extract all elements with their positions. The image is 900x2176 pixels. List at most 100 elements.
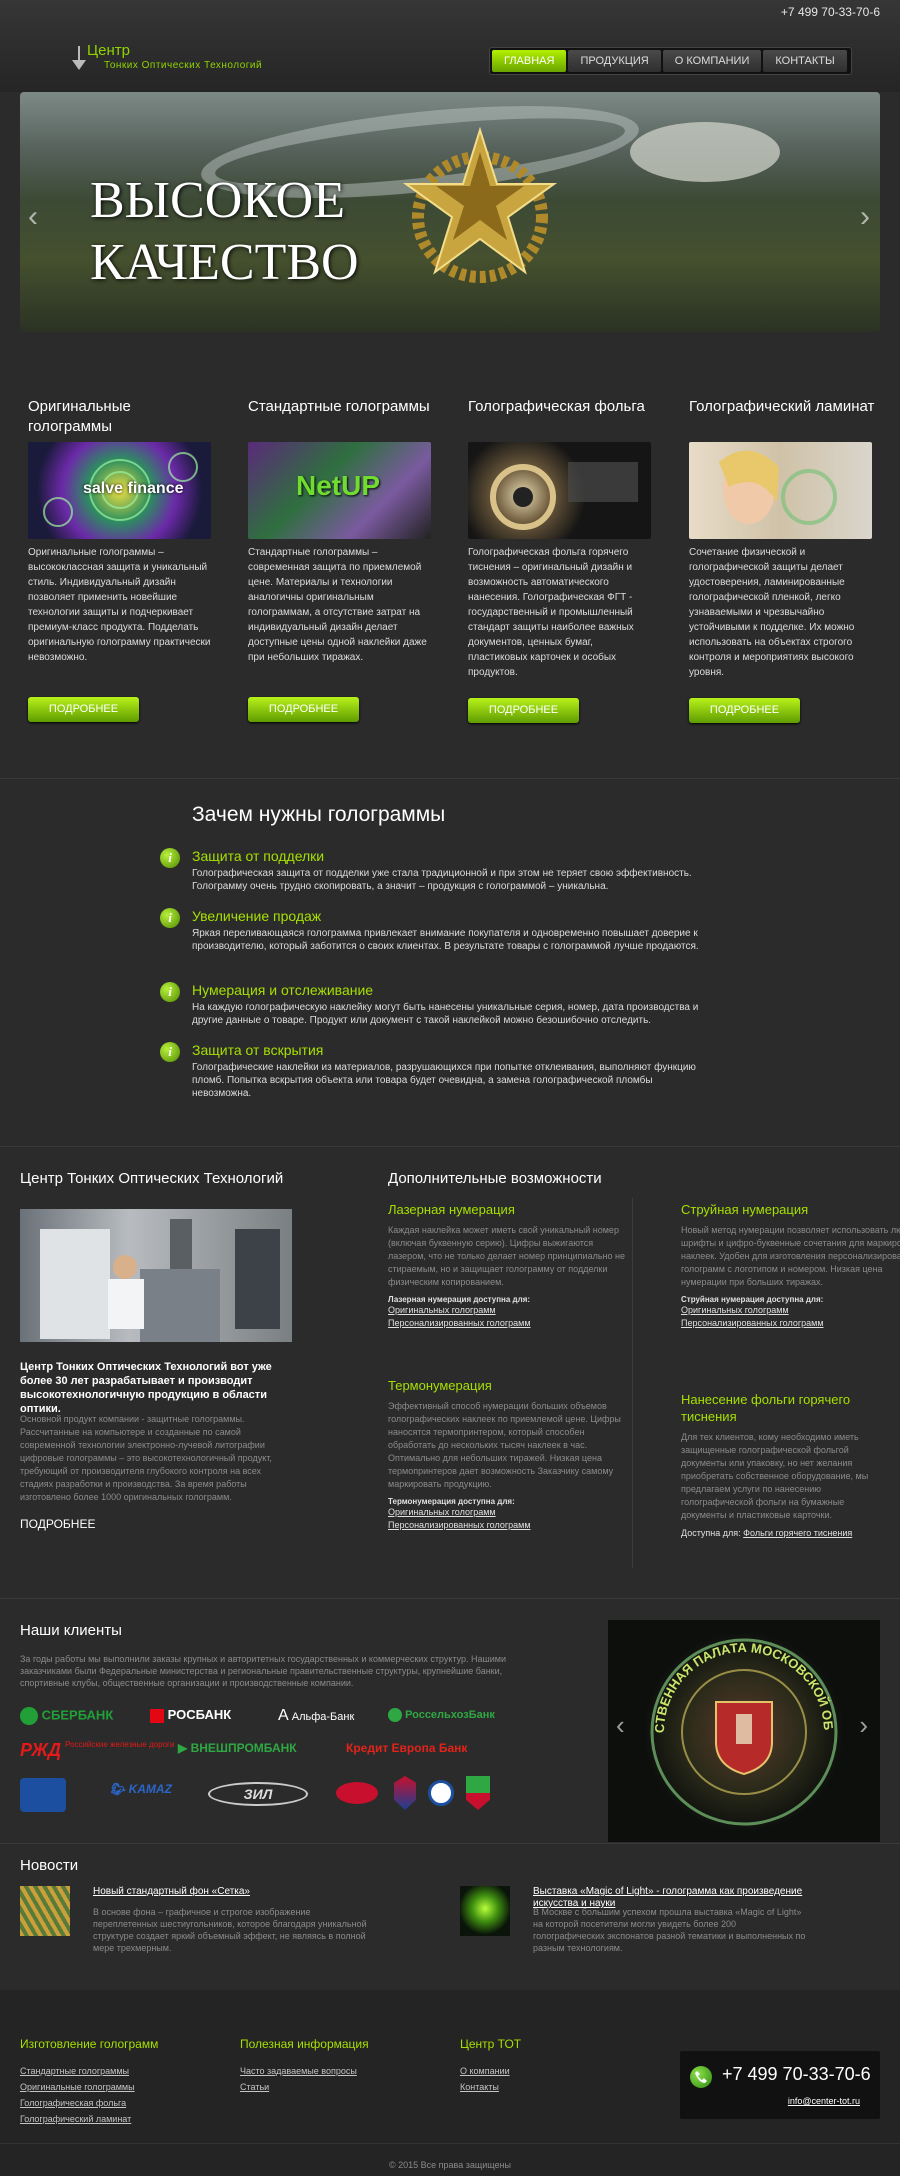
feature-link[interactable]: Персонализированных голограмм	[388, 1317, 633, 1330]
feature-link[interactable]: Персонализированных голограмм	[681, 1317, 900, 1330]
footer-link[interactable]: Часто задаваемые вопросы	[240, 2063, 369, 2079]
product-image[interactable]	[689, 442, 872, 539]
footer-link[interactable]: О компании	[460, 2063, 521, 2079]
hologram-prev-arrow-icon[interactable]: ‹	[616, 1710, 625, 1741]
client-logo-cska	[394, 1776, 416, 1810]
feature-link[interactable]: Оригинальных голограмм	[388, 1506, 633, 1519]
product-description: Оригинальные голограммы – высококлассная…	[28, 547, 211, 663]
feature-text: Новый метод нумерации позволяет использо…	[681, 1225, 900, 1287]
logo-title: Центр	[87, 42, 130, 59]
product-more-button[interactable]: ПОДРОБНЕЕ	[28, 697, 139, 722]
feature-laser: Лазерная нумерация Каждая наклейка может…	[388, 1201, 633, 1330]
why-title: Зачем нужны голограммы	[192, 803, 446, 826]
nav-item-home[interactable]: ГЛАВНАЯ	[492, 50, 567, 72]
feature-availability-row: Доступна для: Фольги горячего тиснения	[681, 1528, 881, 1538]
hologram-next-arrow-icon[interactable]: ›	[859, 1710, 868, 1741]
product-card-foil: Голографическая фольга Голографическая ф…	[468, 397, 658, 678]
news-text: В Москве с большим успехом прошла выстав…	[533, 1907, 806, 1953]
footer-link[interactable]: Голографическая фольга	[20, 2095, 158, 2111]
client-logo-lokomotiv	[466, 1776, 490, 1810]
feature-link[interactable]: Оригинальных голограмм	[388, 1304, 633, 1317]
feature-link[interactable]: Фольги горячего тиснения	[743, 1528, 852, 1538]
product-image[interactable]	[468, 442, 651, 539]
hero-next-arrow-icon[interactable]: ›	[860, 200, 870, 234]
feature-link[interactable]: Оригинальных голограмм	[681, 1304, 900, 1317]
vneshprom-logo-icon: ▶	[178, 1741, 188, 1755]
footer-email-link[interactable]: info@center-tot.ru	[788, 2096, 860, 2106]
feature-title: Термонумерация	[388, 1378, 492, 1393]
why-item-text: Голографические наклейки из материалов, …	[192, 1062, 696, 1099]
product-title[interactable]: Оригинальные голограммы	[28, 397, 218, 437]
about-lead: Центр Тонких Оптических Технологий вот у…	[20, 1361, 272, 1415]
hero-prev-arrow-icon[interactable]: ‹	[28, 200, 38, 234]
client-logo-kamaz: 🐎︎ KAMAZ	[110, 1782, 172, 1796]
product-more-button[interactable]: ПОДРОБНЕЕ	[468, 698, 579, 723]
main-nav: ГЛАВНАЯ ПРОДУКЦИЯ О КОМПАНИИ КОНТАКТЫ	[489, 47, 852, 75]
about-more-link[interactable]: ПОДРОБНЕЕ	[20, 1517, 95, 1531]
client-logo-rosbank: РОСБАНК	[150, 1707, 231, 1723]
hero-slider: ВЫСОКОЕ КАЧЕСТВО ‹ ›	[20, 92, 880, 332]
product-title[interactable]: Голографический ламинат	[689, 397, 879, 437]
site-logo[interactable]: Центр Тонких Оптических Технологий	[70, 42, 300, 76]
nav-item-products[interactable]: ПРОДУКЦИЯ	[568, 50, 661, 72]
rosbank-logo-icon	[150, 1708, 164, 1723]
footer-link[interactable]: Статьи	[240, 2079, 369, 2095]
feature-thermo: Термонумерация Эффективный способ нумера…	[388, 1377, 633, 1532]
client-logo-credit-europe: Кредит Европа Банк	[346, 1741, 467, 1755]
why-item-title: Увеличение продаж	[192, 908, 322, 924]
client-logo-text: РОСБАНК	[167, 1707, 232, 1722]
product-image[interactable]: salve finance	[28, 442, 211, 539]
header-phone[interactable]: +7 499 70-33-70-6	[781, 5, 880, 19]
logo-arrow-icon	[72, 46, 86, 70]
sberbank-logo-icon	[20, 1707, 38, 1725]
client-logo-text: СБЕРБАНК	[41, 1707, 114, 1723]
divider	[0, 2143, 900, 2144]
divider	[0, 1598, 900, 1599]
footer-link[interactable]: Голографический ламинат	[20, 2111, 158, 2127]
product-more-button[interactable]: ПОДРОБНЕЕ	[248, 697, 359, 722]
client-logo-text: ЗИЛ	[243, 1786, 273, 1802]
feature-availability: Струйная нумерация доступна для:	[681, 1295, 824, 1304]
feature-text: Для тех клиентов, кому необходимо иметь …	[681, 1432, 869, 1520]
news-title-link[interactable]: Новый стандартный фон «Сетка»	[93, 1886, 363, 1898]
footer-link[interactable]: Оригинальные голограммы	[20, 2079, 158, 2095]
news-thumbnail[interactable]	[460, 1886, 510, 1936]
product-card-original: Оригинальные голограммы salve finance Ор…	[28, 397, 218, 663]
hologram-seal-icon: ОБЩЕСТВЕННАЯ ПАЛАТА МОСКОВСКОЙ ОБЛАСТИ	[608, 1620, 844, 1832]
news-thumbnail[interactable]	[20, 1886, 70, 1936]
why-item-title: Нумерация и отслеживание	[192, 982, 374, 998]
info-icon: i	[160, 1042, 180, 1062]
nav-item-about[interactable]: О КОМПАНИИ	[662, 50, 762, 72]
nav-item-contacts[interactable]: КОНТАКТЫ	[763, 50, 847, 72]
client-logo-spartak	[336, 1782, 378, 1804]
footer-link[interactable]: Контакты	[460, 2079, 521, 2095]
footer-column-tot: Центр ТОТ О компании Контакты	[460, 2037, 521, 2095]
alfa-logo-icon: А	[278, 1707, 289, 1724]
hero-title: ВЫСОКОЕ КАЧЕСТВО	[90, 172, 359, 291]
feature-title: Лазерная нумерация	[388, 1202, 515, 1217]
product-image[interactable]: NetUP	[248, 442, 431, 539]
footer-column-info: Полезная информация Часто задаваемые воп…	[240, 2037, 369, 2095]
why-item-text: Голографическая защита от подделки уже с…	[192, 868, 692, 892]
feature-text: Эффективный способ нумерации больших объ…	[388, 1401, 621, 1489]
product-card-laminate: Голографический ламинат Сочетание физиче…	[689, 397, 879, 678]
divider	[0, 1146, 900, 1147]
news-title: Новости	[20, 1857, 79, 1874]
feature-availability: Доступна для:	[681, 1528, 741, 1538]
divider	[0, 1843, 900, 1844]
why-item-text: На каждую голографическую наклейку могут…	[192, 1002, 699, 1026]
client-logo-text: Кредит Европа Банк	[346, 1741, 468, 1755]
kremlin-star-icon	[402, 126, 558, 283]
footer-phone[interactable]: +7 499 70-33-70-6	[722, 2064, 871, 2085]
feature-availability: Лазерная нумерация доступна для:	[388, 1295, 531, 1304]
client-logo-text: Альфа-Банк	[291, 1711, 355, 1723]
client-logo-dynamo	[428, 1780, 454, 1806]
product-more-button[interactable]: ПОДРОБНЕЕ	[689, 698, 800, 723]
client-logo-rzd: РЖД Российские железные дороги	[20, 1740, 180, 1760]
product-title[interactable]: Стандартные голограммы	[248, 397, 438, 437]
product-title[interactable]: Голографическая фольга	[468, 397, 658, 437]
why-item-text: Яркая переливающаяся голограмма привлека…	[192, 928, 699, 952]
client-logo-text: РоссельхозБанк	[405, 1708, 495, 1721]
footer-link[interactable]: Стандартные голограммы	[20, 2063, 158, 2079]
feature-link[interactable]: Персонализированных голограмм	[388, 1519, 633, 1532]
